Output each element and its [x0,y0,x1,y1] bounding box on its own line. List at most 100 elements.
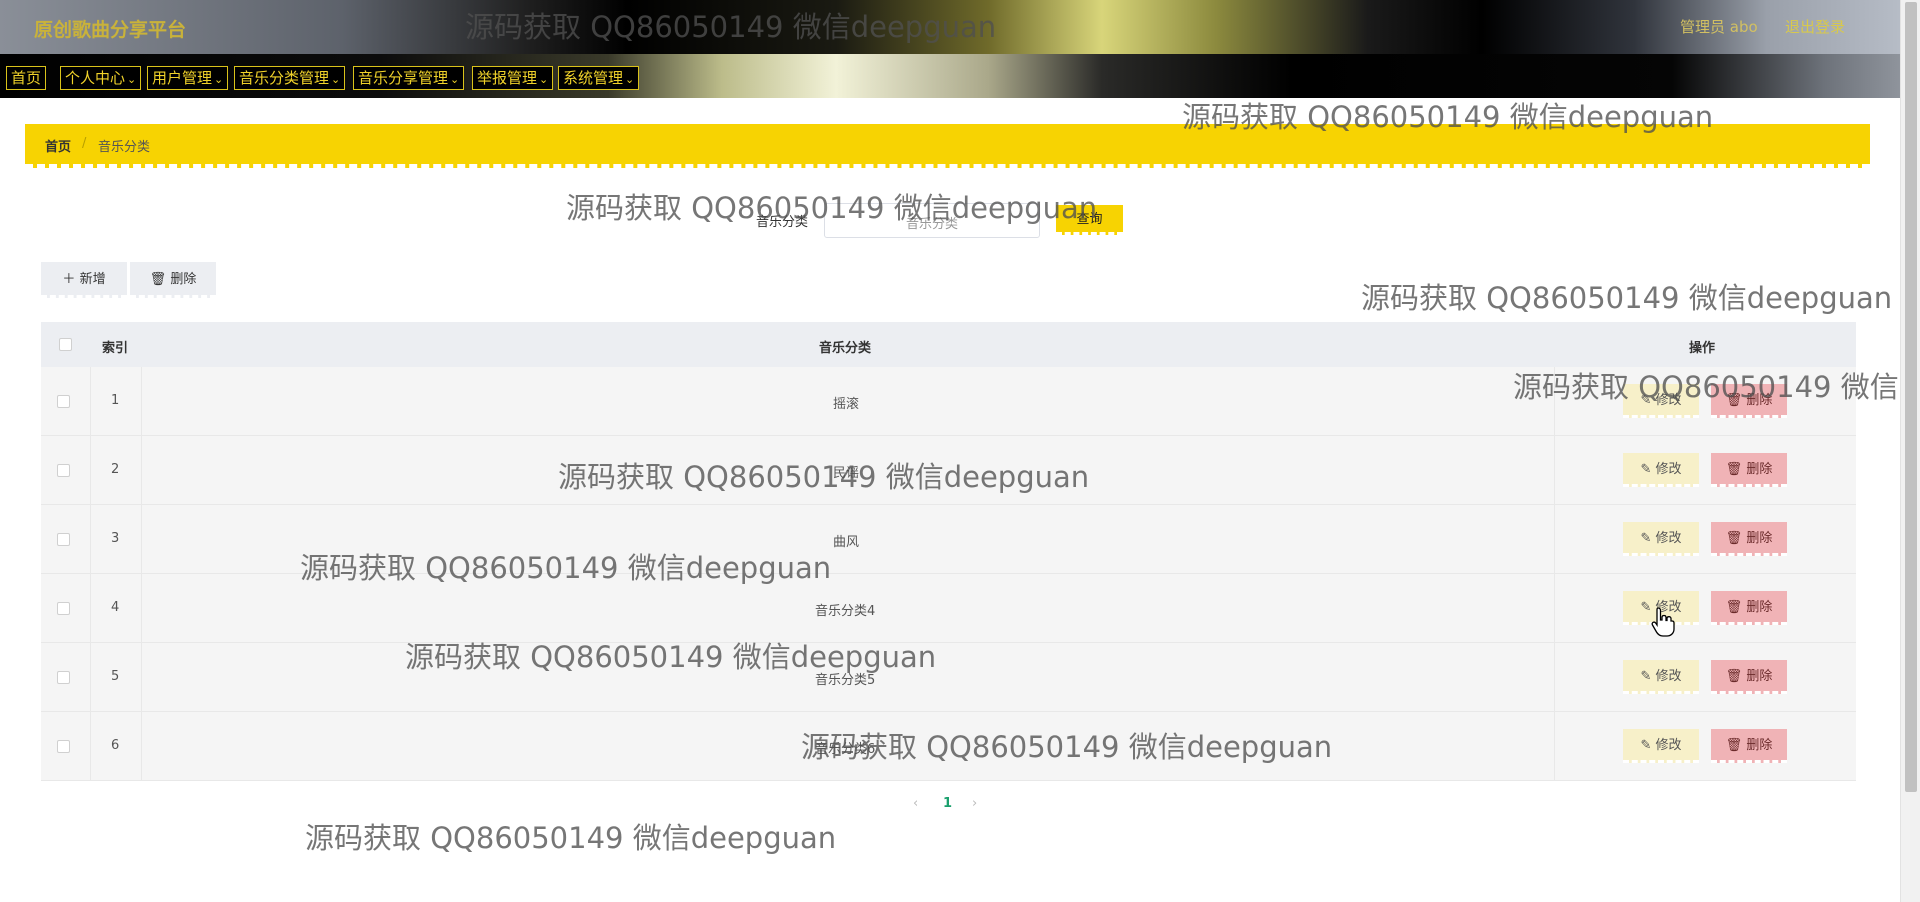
pencil-icon: ✎ [1640,462,1652,477]
delete-label: 删除 [170,272,197,287]
edit-button[interactable]: ✎ 修改 [1623,729,1699,763]
scrollbar-thumb[interactable] [1905,2,1917,792]
delete-button[interactable]: 🗑 删除 [1711,384,1787,418]
app-title: 原创歌曲分享平台 [34,19,187,41]
delete-label: 删除 [1746,669,1773,684]
delete-button[interactable]: 🗑 删除 [1711,660,1787,694]
delete-button[interactable]: 🗑 删除 [1711,729,1787,763]
row-index: 4 [111,600,120,615]
pencil-icon: ✎ [1640,738,1652,753]
nav-item-music-category-management[interactable]: 音乐分类管理 ⌄ [234,66,346,90]
nav-label: 用户管理 [152,69,213,87]
category-table: 索引 音乐分类 操作 1 摇滚 ✎ 修改 🗑 删除 2 民谣 ✎ 修改 🗑 删除… [41,322,1856,782]
table-row: 3 曲风 ✎ 修改 🗑 删除 [41,505,1856,574]
chevron-down-icon: ⌄ [331,73,341,86]
header-index: 索引 [102,341,129,356]
delete-label: 删除 [1746,738,1773,753]
delete-button[interactable]: 🗑 删除 [1711,453,1787,487]
prev-page-button[interactable]: ‹ [913,796,918,811]
table-row: 6 音乐分类6 ✎ 修改 🗑 删除 [41,712,1856,781]
row-index: 3 [111,531,120,546]
row-checkbox[interactable] [57,602,70,615]
chevron-down-icon: ⌄ [539,73,549,86]
nav-label: 举报管理 [477,69,538,87]
edit-button[interactable]: ✎ 修改 [1623,522,1699,556]
delete-label: 删除 [1746,600,1773,615]
chevron-down-icon: ⌄ [450,73,460,86]
nav-label: 系统管理 [563,69,624,87]
nav-item-personal-center[interactable]: 个人中心 ⌄ [60,66,142,90]
add-button[interactable]: ＋ 新增 [41,262,127,298]
header-actions: 操作 [1689,341,1716,356]
edit-button[interactable]: ✎ 修改 [1623,453,1699,487]
delete-button[interactable]: 🗑 删除 [1711,522,1787,556]
row-checkbox[interactable] [57,740,70,753]
nav-item-user-management[interactable]: 用户管理 ⌄ [147,66,229,90]
row-checkbox[interactable] [57,395,70,408]
watermark-text: 源码获取 QQ86050149 微信deepguan [1361,281,1893,315]
trash-icon: 🗑 [149,272,167,287]
trash-icon: 🗑 [1725,738,1743,753]
nav-item-home[interactable]: 首页 [6,66,47,90]
nav-label: 音乐分享管理 [358,69,449,87]
edit-button[interactable]: ✎ 修改 [1623,384,1699,418]
hand-cursor-icon [1651,607,1675,637]
next-page-button[interactable]: › [972,796,977,811]
nav-label: 音乐分类管理 [239,69,330,87]
breadcrumb-separator: / [82,136,87,151]
breadcrumb-home[interactable]: 首页 [45,136,71,155]
chevron-down-icon: ⌄ [625,73,635,86]
search-input[interactable]: 音乐分类 [824,203,1040,238]
row-checkbox[interactable] [57,464,70,477]
nav-item-music-share-management[interactable]: 音乐分享管理 ⌄ [353,66,465,90]
trash-icon: 🗑 [1725,462,1743,477]
row-category: 曲风 [833,535,860,550]
admin-label: 管理员 abo [1680,18,1758,36]
breadcrumb: 首页 / 音乐分类 [25,124,1870,168]
plus-icon: ＋ [62,272,76,287]
pencil-icon: ✎ [1640,669,1652,684]
nav-label: 首页 [11,69,42,87]
page-number-current[interactable]: 1 [943,796,952,811]
row-checkbox[interactable] [57,533,70,546]
pencil-icon: ✎ [1640,531,1652,546]
search-label: 音乐分类 [756,215,809,230]
edit-label: 修改 [1655,393,1682,408]
delete-label: 删除 [1746,462,1773,477]
row-category: 摇滚 [833,397,860,412]
chevron-down-icon: ⌄ [214,73,224,86]
delete-button[interactable]: 🗑 删除 [1711,591,1787,625]
table-row: 4 音乐分类4 ✎ 修改 🗑 删除 [41,574,1856,643]
table-row: 1 摇滚 ✎ 修改 🗑 删除 [41,367,1856,436]
edit-label: 修改 [1655,738,1682,753]
row-checkbox[interactable] [57,671,70,684]
chevron-down-icon: ⌄ [127,73,137,86]
delete-label: 删除 [1746,393,1773,408]
select-all-checkbox[interactable] [59,338,72,351]
row-category: 民谣 [833,466,860,481]
top-header: 原创歌曲分享平台 管理员 abo 退出登录 [0,0,1900,54]
breadcrumb-current: 音乐分类 [98,140,151,155]
table-row: 2 民谣 ✎ 修改 🗑 删除 [41,436,1856,505]
row-index: 1 [111,393,120,408]
logout-link[interactable]: 退出登录 [1785,16,1845,37]
nav-item-report-management[interactable]: 举报管理 ⌄ [472,66,554,90]
trash-icon: 🗑 [1725,531,1743,546]
trash-icon: 🗑 [1725,600,1743,615]
row-index: 6 [111,738,120,753]
header-category: 音乐分类 [819,341,872,356]
edit-button[interactable]: ✎ 修改 [1623,660,1699,694]
row-category: 音乐分类4 [815,604,876,619]
nav-item-system-management[interactable]: 系统管理 ⌄ [558,66,640,90]
edit-label: 修改 [1655,669,1682,684]
batch-delete-button[interactable]: 🗑 删除 [130,262,216,298]
query-button[interactable]: 查询 [1056,205,1123,235]
delete-label: 删除 [1746,531,1773,546]
vertical-scrollbar[interactable] [1900,0,1920,902]
row-category: 音乐分类5 [815,673,876,688]
row-index: 5 [111,669,120,684]
table-header: 索引 音乐分类 操作 [41,322,1856,367]
pencil-icon: ✎ [1640,393,1652,408]
nav-label: 个人中心 [65,69,126,87]
add-label: 新增 [79,272,106,287]
